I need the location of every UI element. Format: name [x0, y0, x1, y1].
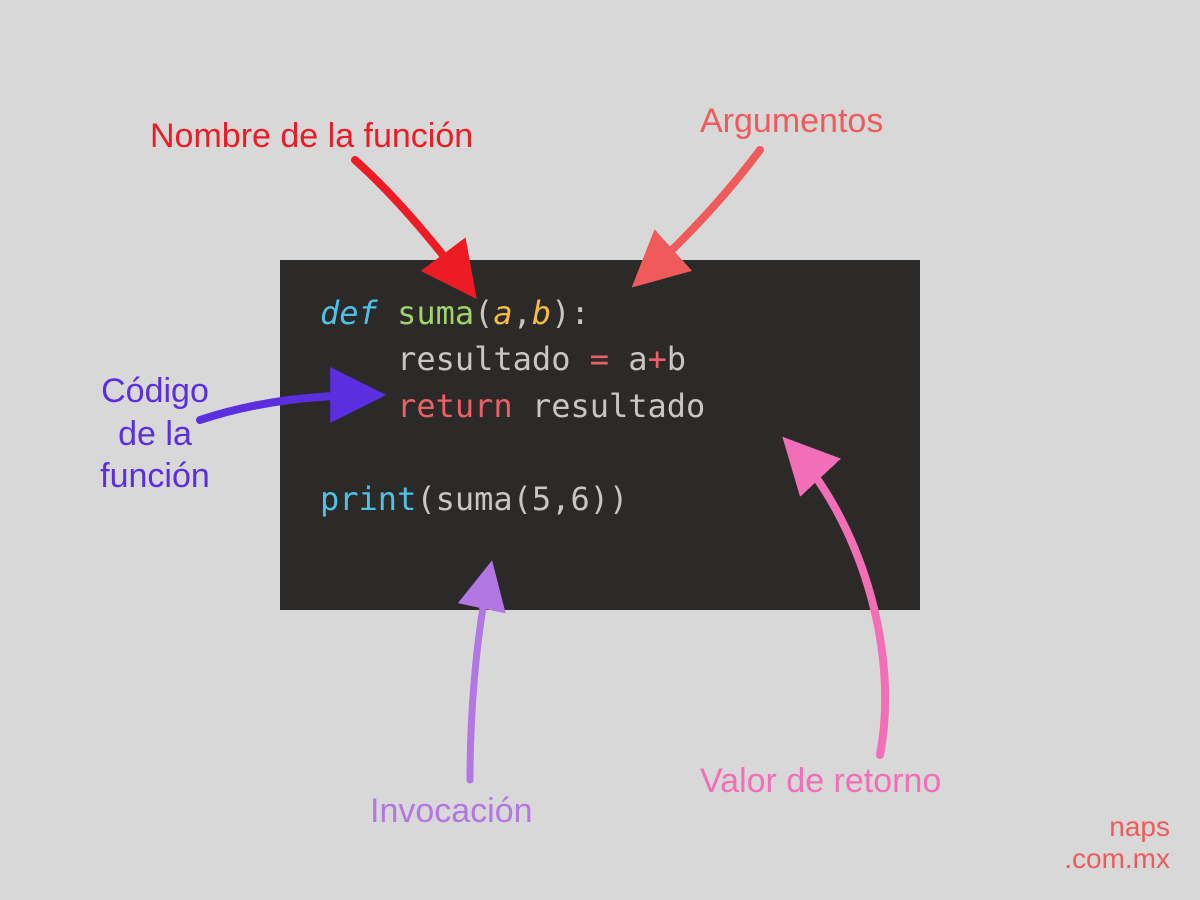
- label-function-body: Código de la función: [60, 370, 250, 498]
- code-line-return: return resultado: [320, 383, 890, 429]
- label-arguments: Argumentos: [700, 100, 883, 143]
- param-b: b: [532, 294, 551, 332]
- label-function-name: Nombre de la función: [150, 115, 473, 158]
- keyword-return: return: [397, 387, 513, 425]
- return-var: resultado: [532, 387, 705, 425]
- body-var: resultado: [397, 340, 570, 378]
- code-line-def: def suma(a,b):: [320, 290, 890, 336]
- keyword-def: def: [320, 294, 378, 332]
- param-a: a: [493, 294, 512, 332]
- watermark-line2: .com.mx: [1064, 843, 1170, 875]
- expr-rhs: b: [667, 340, 686, 378]
- code-line-blank: [320, 429, 890, 475]
- call-arg-1: 6: [570, 480, 589, 518]
- watermark: naps .com.mx: [1064, 811, 1170, 875]
- watermark-line1: naps: [1064, 811, 1170, 843]
- code-line-body: resultado = a+b: [320, 336, 890, 382]
- label-invocation: Invocación: [370, 790, 533, 833]
- code-line-call: print(suma(5,6)): [320, 476, 890, 522]
- expr-lhs: a: [628, 340, 647, 378]
- diagram-stage: def suma(a,b): resultado = a+b return re…: [0, 0, 1200, 900]
- call-func: suma: [436, 480, 513, 518]
- expr-op: +: [648, 340, 667, 378]
- call-arg-0: 5: [532, 480, 551, 518]
- function-name: suma: [397, 294, 474, 332]
- code-block: def suma(a,b): resultado = a+b return re…: [280, 260, 920, 610]
- label-return-value: Valor de retorno: [700, 760, 941, 803]
- call-print: print: [320, 480, 416, 518]
